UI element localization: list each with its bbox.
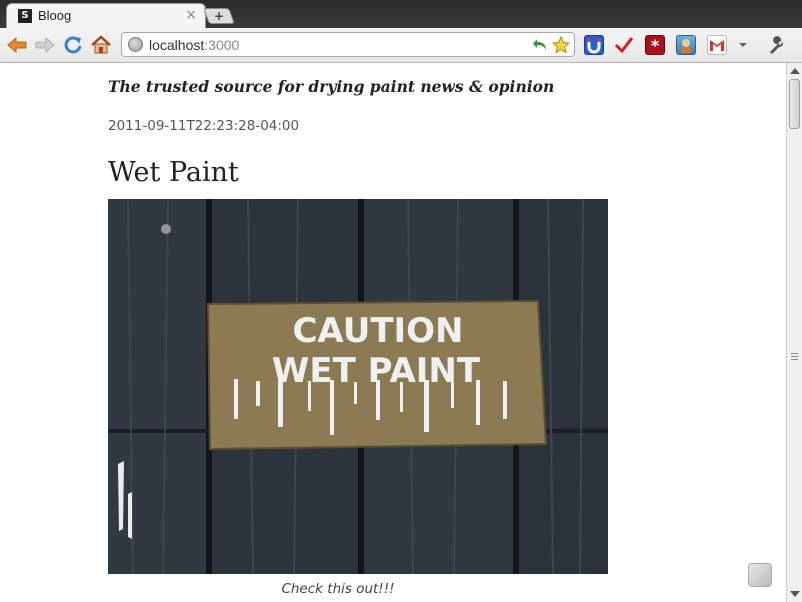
back-button[interactable]	[4, 32, 30, 58]
image-caption: Check this out!!!	[281, 581, 395, 597]
site-favicon-icon: S	[18, 9, 32, 23]
extension-photo-icon[interactable]	[676, 35, 696, 55]
extensions-overflow-chevron-icon[interactable]	[733, 32, 753, 58]
globe-icon	[128, 37, 143, 52]
forward-arrow-icon	[35, 36, 55, 54]
close-tab-icon[interactable]: ×	[185, 7, 197, 23]
reload-icon	[64, 36, 82, 54]
tab-bloog[interactable]: S Bloog ×	[6, 3, 206, 28]
wrench-menu-button[interactable]	[764, 32, 790, 58]
post-image: CAUTION WET PAINT	[108, 199, 608, 574]
extension-gmail-icon[interactable]	[707, 35, 727, 55]
back-arrow-icon	[7, 36, 27, 54]
wrench-icon	[770, 36, 784, 54]
scroll-up-arrow-icon[interactable]	[790, 68, 800, 74]
new-tab-button[interactable]: +	[203, 8, 235, 24]
vertical-scrollbar[interactable]	[786, 63, 802, 602]
post-title: Wet Paint	[108, 157, 239, 188]
browser-toolbar: localhost:3000 *	[0, 28, 802, 63]
go-arrow-icon[interactable]	[532, 37, 549, 53]
extension-magnet-icon[interactable]	[584, 35, 604, 55]
url-text: localhost:3000	[149, 37, 240, 53]
bookmark-star-icon[interactable]	[552, 36, 570, 54]
svg-text:*: *	[651, 36, 660, 54]
post-timestamp: 2011-09-11T22:23:28-04:00	[108, 118, 300, 134]
page-viewport: The trusted source for drying paint news…	[0, 63, 786, 602]
tab-strip: S Bloog × +	[0, 0, 802, 28]
extension-check-icon[interactable]	[614, 35, 634, 55]
feed-corner-icon[interactable]	[748, 563, 772, 587]
site-tagline: The trusted source for drying paint news…	[108, 77, 555, 96]
scrollbar-thumb[interactable]	[789, 79, 800, 129]
address-bar[interactable]: localhost:3000	[121, 32, 575, 57]
scroll-down-arrow-icon[interactable]	[790, 591, 800, 597]
scrollbar-grip-icon	[791, 353, 798, 362]
plus-icon: +	[213, 9, 225, 23]
extension-asterisk-icon[interactable]: *	[645, 35, 665, 55]
sign-caution-text: CAUTION	[292, 311, 463, 351]
forward-button[interactable]	[32, 32, 58, 58]
home-button[interactable]	[88, 32, 114, 58]
tab-title: Bloog	[38, 8, 72, 23]
reload-button[interactable]	[60, 32, 86, 58]
home-icon	[91, 35, 111, 54]
